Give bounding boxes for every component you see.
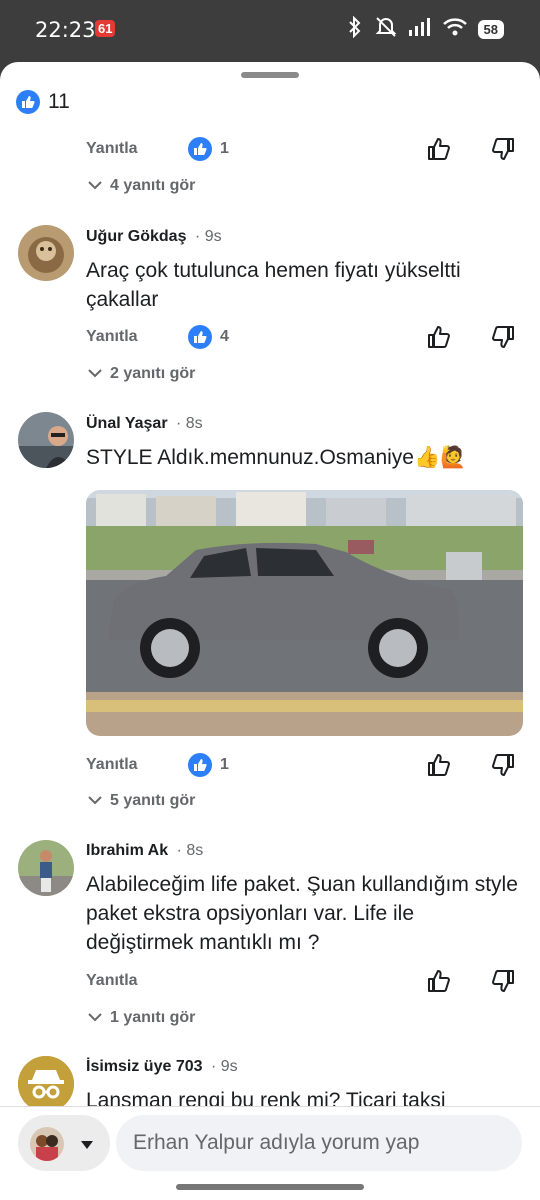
comment-text: Alabileceğim life paket. Şuan kullandığı… — [86, 873, 518, 954]
commenter-avatar[interactable] — [18, 840, 74, 896]
battery-indicator: 58 — [477, 20, 504, 39]
like-count[interactable]: 4 — [188, 325, 229, 349]
view-replies-button[interactable]: 2 yanıtı gör — [88, 365, 195, 383]
reply-button[interactable]: Yanıtla — [86, 756, 188, 774]
bluetooth-icon — [346, 15, 364, 43]
sheet-drag-handle[interactable] — [241, 72, 299, 78]
commenter-name-text: Ünal Yaşar — [86, 415, 168, 432]
commenter-name[interactable]: Uğur Gökdaş · 9s — [86, 228, 222, 246]
upvote-icon[interactable] — [426, 752, 452, 778]
comment-input[interactable]: Erhan Yalpur adıyla yorum yap — [116, 1115, 522, 1171]
user-avatar — [30, 1127, 64, 1161]
commenter-name-text: Uğur Gökdaş — [86, 228, 187, 245]
comment-composer-bar: Erhan Yalpur adıyla yorum yap — [0, 1106, 540, 1181]
signal-icon — [408, 17, 432, 42]
comment-actions: Yanıtla — [86, 966, 526, 996]
view-replies-label: 2 yanıtı gör — [110, 365, 196, 382]
downvote-icon[interactable] — [490, 324, 516, 350]
like-reaction-icon — [16, 90, 40, 114]
comment-text: STYLE Aldık.memnunuz.Osmaniye👍🙋 — [86, 446, 467, 469]
downvote-icon[interactable] — [490, 968, 516, 994]
like-count-value: 4 — [220, 328, 229, 345]
like-reaction-icon — [188, 325, 212, 349]
like-reaction-icon — [188, 137, 212, 161]
commenter-name[interactable]: Ibrahim Ak · 8s — [86, 842, 203, 860]
comment-time: 8s — [186, 842, 204, 859]
reaction-count: 11 — [48, 90, 70, 113]
status-bar: 22:23 61 58 — [0, 0, 540, 62]
commenter-name[interactable]: Ünal Yaşar · 8s — [86, 415, 203, 433]
view-replies-button[interactable]: 1 yanıtı gör — [88, 1009, 195, 1027]
like-reaction-icon — [188, 753, 212, 777]
caret-down-icon — [80, 1137, 94, 1155]
like-count-value: 1 — [220, 756, 229, 773]
status-icons: 58 — [346, 15, 504, 43]
like-count[interactable]: 1 — [188, 753, 229, 777]
view-replies-label: 4 yanıtı gör — [110, 177, 196, 194]
like-count[interactable]: 1 — [188, 137, 229, 161]
reply-button[interactable]: Yanıtla — [86, 972, 188, 990]
chevron-down-icon — [88, 792, 102, 810]
comment-text: Lansman rengi bu renk mi? Ticari taksi — [86, 1089, 446, 1106]
view-replies-button[interactable]: 5 yanıtı gör — [88, 792, 195, 810]
status-time: 22:23 — [35, 18, 96, 42]
identity-switcher[interactable] — [18, 1115, 110, 1171]
upvote-icon[interactable] — [426, 968, 452, 994]
mute-icon — [374, 16, 398, 43]
like-count-value: 1 — [220, 140, 229, 157]
commenter-name[interactable]: İsimsiz üye 703 · 9s — [86, 1058, 238, 1076]
wifi-icon — [442, 17, 468, 42]
commenter-avatar[interactable] — [18, 412, 74, 468]
comment-time: 9s — [204, 228, 222, 245]
system-nav-bar — [0, 1180, 540, 1200]
comment-photo-car[interactable] — [86, 490, 523, 736]
view-replies-label: 1 yanıtı gör — [110, 1009, 196, 1026]
upvote-icon[interactable] — [426, 136, 452, 162]
commenter-name-text: Ibrahim Ak — [86, 842, 169, 859]
upvote-icon[interactable] — [426, 324, 452, 350]
chevron-down-icon — [88, 365, 102, 383]
reply-button[interactable]: Yanıtla — [86, 140, 188, 158]
commenter-avatar[interactable] — [18, 225, 74, 281]
commenter-name-text: İsimsiz üye 703 — [86, 1058, 203, 1075]
comment-time: 9s — [220, 1058, 238, 1075]
comments-sheet: 11 Yanıtla 1 4 yanıtı gör Uğur Gökdaş · … — [0, 62, 540, 1106]
downvote-icon[interactable] — [490, 752, 516, 778]
comment-actions: Yanıtla 1 — [86, 750, 526, 780]
view-replies-button[interactable]: 4 yanıtı gör — [88, 177, 195, 195]
comment-time: 8s — [185, 415, 203, 432]
home-gesture-pill[interactable] — [176, 1184, 364, 1190]
view-replies-label: 5 yanıtı gör — [110, 792, 196, 809]
reply-button[interactable]: Yanıtla — [86, 328, 188, 346]
post-reaction-summary[interactable]: 11 — [16, 90, 70, 114]
chevron-down-icon — [88, 1009, 102, 1027]
anonymous-avatar[interactable] — [18, 1056, 74, 1106]
downvote-icon[interactable] — [490, 136, 516, 162]
comment-actions: Yanıtla 1 — [86, 134, 526, 164]
notification-badge: 61 — [95, 20, 116, 37]
comment-text: Araç çok tutulunca hemen fiyatı yükseltt… — [86, 259, 461, 311]
comment-actions: Yanıtla 4 — [86, 322, 526, 352]
chevron-down-icon — [88, 177, 102, 195]
